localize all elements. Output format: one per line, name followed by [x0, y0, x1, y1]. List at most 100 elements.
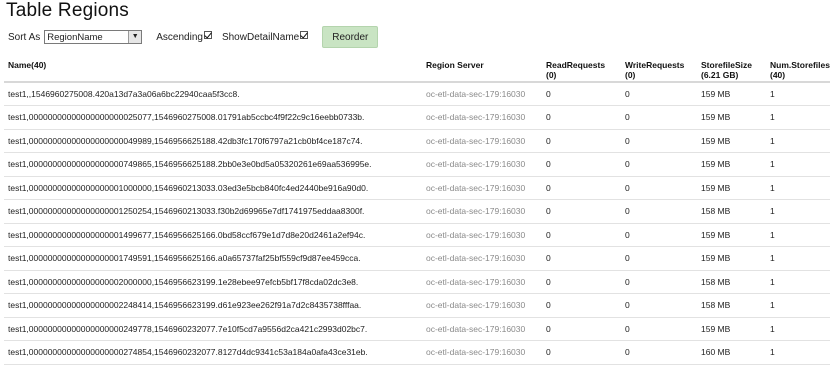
read-requests-cell: 0	[542, 317, 621, 341]
table-row: test1,00000000000000000001499677,1546956…	[4, 223, 830, 247]
storefile-size-cell: 158 MB	[697, 293, 766, 318]
write-requests-cell: 0	[621, 199, 697, 224]
write-requests-cell: 0	[621, 129, 697, 153]
sort-select[interactable]: RegionName ▼	[44, 30, 143, 44]
num-storefiles-cell: 1	[766, 317, 830, 341]
storefile-size-cell: 159 MB	[697, 105, 766, 130]
region-name-cell: test1,00000000000000000002248414,1546956…	[4, 293, 422, 318]
region-name-cell: test1,00000000000000000000249778,1546960…	[4, 317, 422, 341]
num-storefiles-cell: 1	[766, 246, 830, 271]
write-requests-cell: 0	[621, 246, 697, 271]
ascending-option[interactable]: Ascending	[156, 30, 212, 43]
write-requests-cell: 0	[621, 223, 697, 247]
region-name-cell: test1,00000000000000000001749591,1546956…	[4, 246, 422, 271]
table-row: test1,00000000000000000000025077,1546960…	[4, 105, 830, 130]
read-requests-cell: 0	[542, 129, 621, 153]
region-name-cell: test1,,1546960275008.420a13d7a3a06a6bc22…	[4, 82, 422, 106]
table-row: test1,00000000000000000001250254,1546960…	[4, 199, 830, 224]
write-requests-cell: 0	[621, 340, 697, 365]
read-requests-cell: 0	[542, 82, 621, 106]
storefile-size-cell: 158 MB	[697, 270, 766, 294]
write-requests-cell: 0	[621, 317, 697, 341]
num-storefiles-cell: 1	[766, 293, 830, 318]
region-server-cell: oc-etl-data-sec-179:16030	[422, 176, 542, 200]
region-name-cell: test1,00000000000000000001000000,1546960…	[4, 176, 422, 200]
reorder-button[interactable]: Reorder	[322, 26, 379, 48]
table-row: test1,00000000000000000000749865,1546956…	[4, 152, 830, 177]
column-header-storefile-size[interactable]: StorefileSize (6.21 GB)	[697, 56, 766, 83]
ascending-checkbox[interactable]	[203, 30, 212, 39]
table-header-row: Name(40) Region Server ReadRequests (0) …	[4, 56, 830, 83]
region-name-cell: test1,00000000000000000000049989,1546956…	[4, 129, 422, 153]
num-storefiles-cell: 1	[766, 340, 830, 365]
region-server-cell: oc-etl-data-sec-179:16030	[422, 340, 542, 365]
regions-table-container: Name(40) Region Server ReadRequests (0) …	[4, 56, 830, 365]
num-storefiles-cell: 1	[766, 82, 830, 106]
show-detail-label: ShowDetailName	[221, 31, 300, 43]
column-header-num-storefiles[interactable]: Num.Storefiles (40)	[766, 56, 830, 83]
write-requests-cell: 0	[621, 270, 697, 294]
region-server-cell: oc-etl-data-sec-179:16030	[422, 270, 542, 294]
write-requests-cell: 0	[621, 82, 697, 106]
table-row: test1,00000000000000000000249778,1546960…	[4, 317, 830, 341]
num-storefiles-cell: 1	[766, 270, 830, 294]
num-storefiles-cell: 1	[766, 199, 830, 224]
column-header-region-server[interactable]: Region Server	[422, 56, 542, 83]
region-name-cell: test1,00000000000000000001250254,1546960…	[4, 199, 422, 224]
storefile-size-cell: 159 MB	[697, 82, 766, 106]
read-requests-cell: 0	[542, 223, 621, 247]
region-server-cell: oc-etl-data-sec-179:16030	[422, 223, 542, 247]
storefile-size-cell: 159 MB	[697, 246, 766, 271]
region-server-cell: oc-etl-data-sec-179:16030	[422, 317, 542, 341]
table-row: test1,00000000000000000002000000,1546956…	[4, 270, 830, 294]
sort-label: Sort As	[8, 31, 41, 43]
read-requests-cell: 0	[542, 105, 621, 130]
read-requests-cell: 0	[542, 293, 621, 318]
read-requests-cell: 0	[542, 340, 621, 365]
read-requests-cell: 0	[542, 176, 621, 200]
column-header-write-requests[interactable]: WriteRequests (0)	[621, 56, 697, 83]
region-name-cell: test1,00000000000000000001499677,1546956…	[4, 223, 422, 247]
region-server-cell: oc-etl-data-sec-179:16030	[422, 152, 542, 177]
region-server-cell: oc-etl-data-sec-179:16030	[422, 293, 542, 318]
num-storefiles-cell: 1	[766, 223, 830, 247]
num-storefiles-cell: 1	[766, 176, 830, 200]
region-server-cell: oc-etl-data-sec-179:16030	[422, 105, 542, 130]
table-row: test1,00000000000000000001000000,1546960…	[4, 176, 830, 200]
storefile-size-cell: 159 MB	[697, 152, 766, 177]
num-storefiles-cell: 1	[766, 129, 830, 153]
storefile-size-cell: 159 MB	[697, 223, 766, 247]
table-row: test1,,1546960275008.420a13d7a3a06a6bc22…	[4, 82, 830, 106]
write-requests-cell: 0	[621, 293, 697, 318]
table-row: test1,00000000000000000001749591,1546956…	[4, 246, 830, 271]
region-name-cell: test1,00000000000000000000025077,1546960…	[4, 105, 422, 130]
region-server-cell: oc-etl-data-sec-179:16030	[422, 82, 542, 106]
column-header-name[interactable]: Name(40)	[4, 56, 422, 83]
region-server-cell: oc-etl-data-sec-179:16030	[422, 129, 542, 153]
show-detail-option[interactable]: ShowDetailName	[221, 30, 309, 43]
write-requests-cell: 0	[621, 152, 697, 177]
write-requests-cell: 0	[621, 105, 697, 130]
chevron-down-icon[interactable]: ▼	[128, 31, 142, 43]
region-name-cell: test1,00000000000000000000749865,1546956…	[4, 152, 422, 177]
num-storefiles-cell: 1	[766, 105, 830, 130]
table-row: test1,00000000000000000000049989,1546956…	[4, 129, 830, 153]
storefile-size-cell: 159 MB	[697, 176, 766, 200]
sort-select-value: RegionName	[47, 32, 103, 43]
storefile-size-cell: 160 MB	[697, 340, 766, 365]
show-detail-checkbox[interactable]	[300, 30, 309, 39]
column-header-read-requests[interactable]: ReadRequests (0)	[542, 56, 621, 83]
region-server-cell: oc-etl-data-sec-179:16030	[422, 246, 542, 271]
table-body: test1,,1546960275008.420a13d7a3a06a6bc22…	[4, 82, 830, 365]
region-server-cell: oc-etl-data-sec-179:16030	[422, 199, 542, 224]
num-storefiles-cell: 1	[766, 152, 830, 177]
region-name-cell: test1,00000000000000000002000000,1546956…	[4, 270, 422, 294]
read-requests-cell: 0	[542, 270, 621, 294]
page-title: Table Regions	[6, 0, 130, 21]
ascending-label: Ascending	[156, 31, 203, 43]
table-row: test1,00000000000000000000274854,1546960…	[4, 340, 830, 365]
storefile-size-cell: 159 MB	[697, 317, 766, 341]
storefile-size-cell: 158 MB	[697, 199, 766, 224]
storefile-size-cell: 159 MB	[697, 129, 766, 153]
sort-controls: Sort As RegionName ▼ Ascending ShowDetai…	[8, 26, 379, 48]
